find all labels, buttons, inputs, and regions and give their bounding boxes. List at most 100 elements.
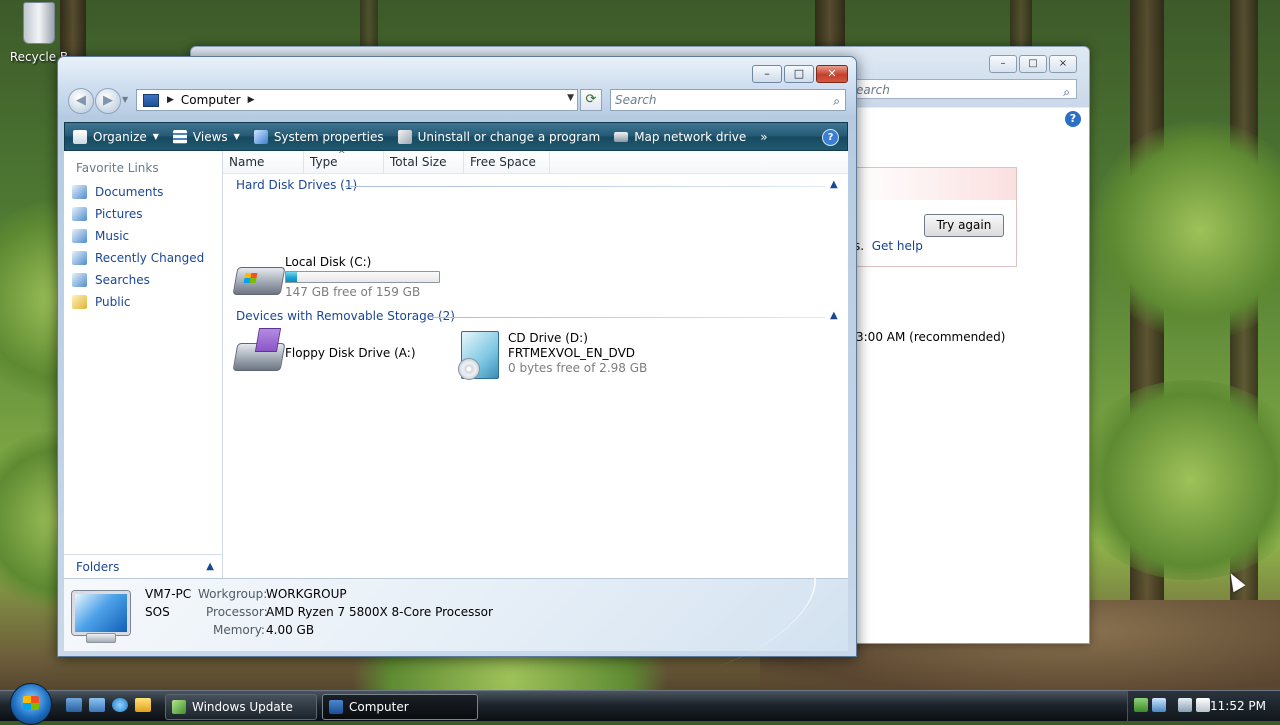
- search-input[interactable]: Search ⌕: [610, 89, 846, 111]
- column-header-row: Name ^ Type Total Size Free Space: [223, 150, 848, 174]
- favorite-link-documents[interactable]: Documents: [72, 185, 163, 199]
- recycle-bin-icon: [23, 2, 55, 44]
- folders-toggle[interactable]: Folders ▲: [64, 554, 222, 579]
- memory-label: Memory:: [213, 623, 265, 637]
- recycle-bin-desktop-icon[interactable]: Recycle B: [4, 2, 74, 64]
- command-bar: Organize ▼ Views ▼ System properties Unins…: [64, 122, 848, 151]
- column-header-type[interactable]: ^ Type: [304, 150, 384, 173]
- internet-explorer-icon[interactable]: [112, 698, 128, 712]
- details-pane: VM7-PC SOS Workgroup: WORKGROUP Processo…: [64, 569, 848, 667]
- close-button[interactable]: ✕: [816, 65, 848, 83]
- computer-description: SOS: [145, 605, 170, 619]
- start-button[interactable]: [10, 683, 52, 725]
- column-header-name[interactable]: Name: [223, 151, 304, 173]
- breadcrumb-computer[interactable]: Computer: [181, 93, 241, 107]
- get-help-link[interactable]: Get help: [872, 239, 923, 253]
- file-list-pane: Name ^ Type Total Size Free Space Hard D…: [223, 150, 848, 578]
- processor-value: AMD Ryzen 7 5800X 8-Core Processor: [266, 605, 493, 619]
- disk-usage-bar: [285, 271, 440, 283]
- volume-muted-icon[interactable]: [1196, 698, 1210, 712]
- programs-icon: [397, 129, 412, 144]
- navigation-pane: Favorite Links Documents Pictures Music …: [64, 151, 223, 578]
- documents-icon: [72, 185, 87, 199]
- back-button[interactable]: ◀: [68, 88, 94, 114]
- music-icon: [72, 229, 87, 243]
- drive-name: CD Drive (D:): [508, 331, 588, 345]
- group-divider: [345, 186, 825, 187]
- memory-value: 4.00 GB: [266, 623, 315, 637]
- views-icon: [172, 129, 187, 144]
- group-header-hard-disk-drives[interactable]: Hard Disk Drives (1): [236, 178, 357, 192]
- drive-free-space: 147 GB free of 159 GB: [285, 285, 421, 299]
- drive-free-space: 0 bytes free of 2.98 GB: [508, 361, 648, 375]
- searches-icon: [72, 273, 87, 287]
- close-button[interactable]: ×: [1049, 55, 1077, 73]
- computer-icon: [143, 93, 159, 107]
- update-schedule-text: 3:00 AM (recommended): [856, 330, 1006, 344]
- system-tray: 11:52 PM: [1127, 691, 1280, 721]
- uninstall-program-button[interactable]: Uninstall or change a program: [397, 129, 600, 144]
- minimize-button[interactable]: –: [989, 55, 1017, 73]
- workgroup-value: WORKGROUP: [266, 587, 347, 601]
- recent-pages-dropdown[interactable]: ▼: [122, 95, 128, 104]
- clock[interactable]: 11:52 PM: [1210, 699, 1266, 713]
- system-properties-button[interactable]: System properties: [253, 129, 384, 144]
- group-header-removable-storage[interactable]: Devices with Removable Storage (2): [236, 309, 455, 323]
- minimize-button[interactable]: –: [752, 65, 782, 83]
- collapse-group-icon[interactable]: ▲: [830, 310, 838, 321]
- cd-drive-icon: [458, 331, 499, 380]
- try-again-button[interactable]: Try again: [924, 214, 1004, 237]
- favorite-link-searches[interactable]: Searches: [72, 273, 150, 287]
- network-tray-icon[interactable]: [1178, 698, 1192, 712]
- address-bar[interactable]: ▶ Computer ▶ ▼: [136, 89, 578, 111]
- recently-changed-icon: [72, 251, 87, 265]
- favorite-link-music[interactable]: Music: [72, 229, 129, 243]
- switch-windows-icon[interactable]: [89, 698, 105, 712]
- organize-icon: [73, 129, 87, 144]
- computer-name: VM7-PC: [145, 587, 192, 601]
- system-properties-icon: [253, 129, 268, 144]
- processor-label: Processor:: [206, 605, 268, 619]
- column-header-total-size[interactable]: Total Size: [384, 151, 464, 173]
- favorite-link-public[interactable]: Public: [72, 295, 131, 309]
- maximize-button[interactable]: □: [1019, 55, 1047, 73]
- pictures-icon: [72, 207, 87, 221]
- media-player-icon[interactable]: [135, 698, 151, 712]
- computer-window: – □ ✕ ◀ ▶ ▼ ▶ Computer ▶ ▼ ⟳ Search ⌕ Or…: [57, 56, 857, 667]
- taskbar-item-computer[interactable]: Computer: [322, 694, 478, 720]
- group-divider: [432, 317, 825, 318]
- public-folder-icon: [72, 295, 87, 309]
- favorite-link-recently-changed[interactable]: Recently Changed: [72, 251, 204, 265]
- update-tray-icon[interactable]: [1152, 698, 1166, 712]
- windows-logo-icon: [23, 696, 39, 710]
- map-network-drive-button[interactable]: Map network drive: [614, 130, 746, 144]
- help-icon[interactable]: ?: [822, 129, 839, 146]
- window-controls: – □ ✕: [752, 65, 848, 83]
- get-help-row: s. Get help: [854, 239, 923, 253]
- security-tray-icon[interactable]: [1134, 698, 1148, 712]
- favorite-link-pictures[interactable]: Pictures: [72, 207, 143, 221]
- computer-icon: [329, 700, 343, 714]
- organize-button[interactable]: Organize ▼: [73, 129, 159, 144]
- maximize-button[interactable]: □: [784, 65, 814, 83]
- help-icon[interactable]: ?: [1065, 111, 1081, 127]
- hard-disk-icon: [232, 267, 286, 295]
- search-icon[interactable]: ⌕: [833, 91, 840, 111]
- forward-button[interactable]: ▶: [95, 88, 121, 114]
- taskbar-item-windows-update[interactable]: Windows Update: [165, 694, 317, 720]
- breadcrumb-arrow-icon[interactable]: ▶: [248, 95, 255, 105]
- refresh-button[interactable]: ⟳: [580, 89, 602, 111]
- sort-indicator-icon: ^: [338, 150, 346, 160]
- search-icon: ⌕: [1063, 85, 1070, 99]
- show-desktop-icon[interactable]: [66, 698, 82, 712]
- drive-name: Floppy Disk Drive (A:): [285, 346, 416, 360]
- network-drive-icon: [614, 131, 629, 142]
- address-dropdown-icon[interactable]: ▼: [567, 93, 574, 103]
- drive-name: Local Disk (C:): [285, 255, 372, 269]
- column-header-free-space[interactable]: Free Space: [464, 151, 550, 173]
- breadcrumb-arrow-icon[interactable]: ▶: [167, 95, 174, 105]
- back-window-search-input[interactable]: earch ⌕: [851, 79, 1077, 99]
- views-button[interactable]: Views ▼: [172, 129, 240, 144]
- collapse-group-icon[interactable]: ▲: [830, 179, 838, 190]
- more-commands-button[interactable]: »: [760, 130, 767, 144]
